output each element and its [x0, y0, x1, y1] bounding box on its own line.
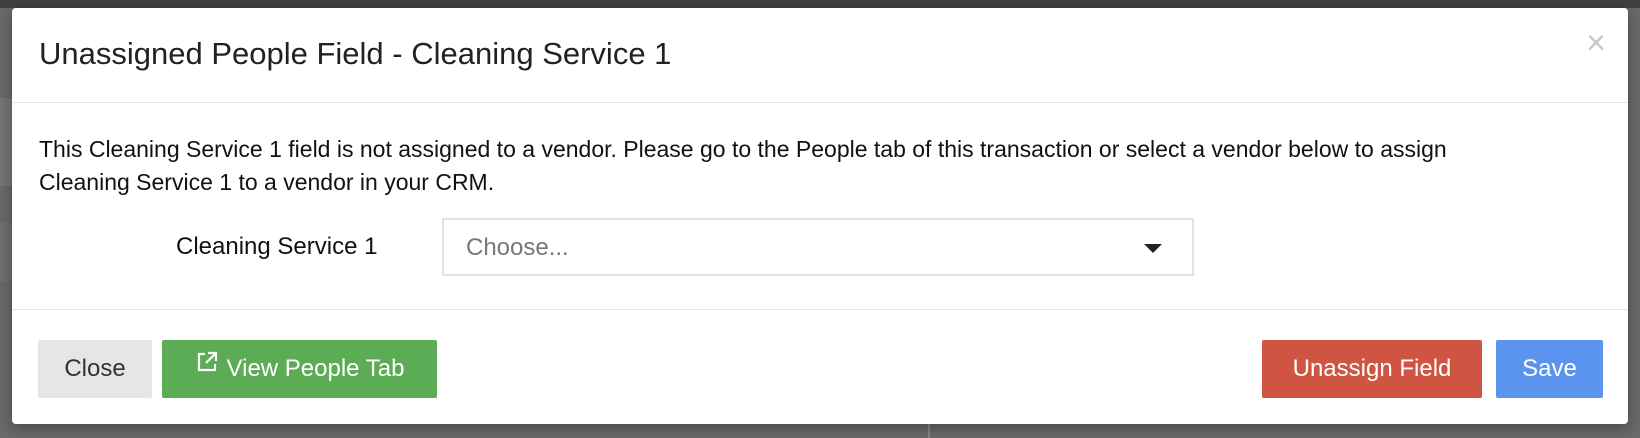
vendor-field-label: Cleaning Service 1 [176, 233, 378, 260]
save-button-label: Save [1522, 355, 1577, 382]
modal-title: Unassigned People Field - Cleaning Servi… [39, 36, 672, 71]
view-people-tab-button[interactable]: View People Tab [162, 340, 437, 398]
external-link-icon [195, 338, 219, 396]
chevron-down-icon [1144, 244, 1162, 253]
background-top-strip [0, 0, 1640, 8]
unassign-field-label: Unassign Field [1292, 355, 1452, 382]
modal-footer: Close View People Tab Unassign Field Sav… [12, 309, 1628, 425]
vendor-select-value: Choose... [466, 234, 569, 261]
save-button[interactable]: Save [1496, 340, 1603, 398]
close-button-label: Close [64, 355, 126, 382]
modal-body: This Cleaning Service 1 field is not ass… [12, 103, 1628, 316]
close-icon[interactable]: × [1586, 26, 1606, 60]
vendor-select[interactable]: Choose... [442, 218, 1194, 276]
view-people-tab-label: View People Tab [226, 355, 405, 382]
modal-header: Unassigned People Field - Cleaning Servi… [12, 8, 1628, 103]
unassigned-field-modal: Unassigned People Field - Cleaning Servi… [12, 8, 1628, 424]
unassign-field-button[interactable]: Unassign Field [1262, 340, 1482, 398]
close-button[interactable]: Close [38, 340, 152, 398]
assignment-message: This Cleaning Service 1 field is not ass… [39, 136, 1447, 195]
